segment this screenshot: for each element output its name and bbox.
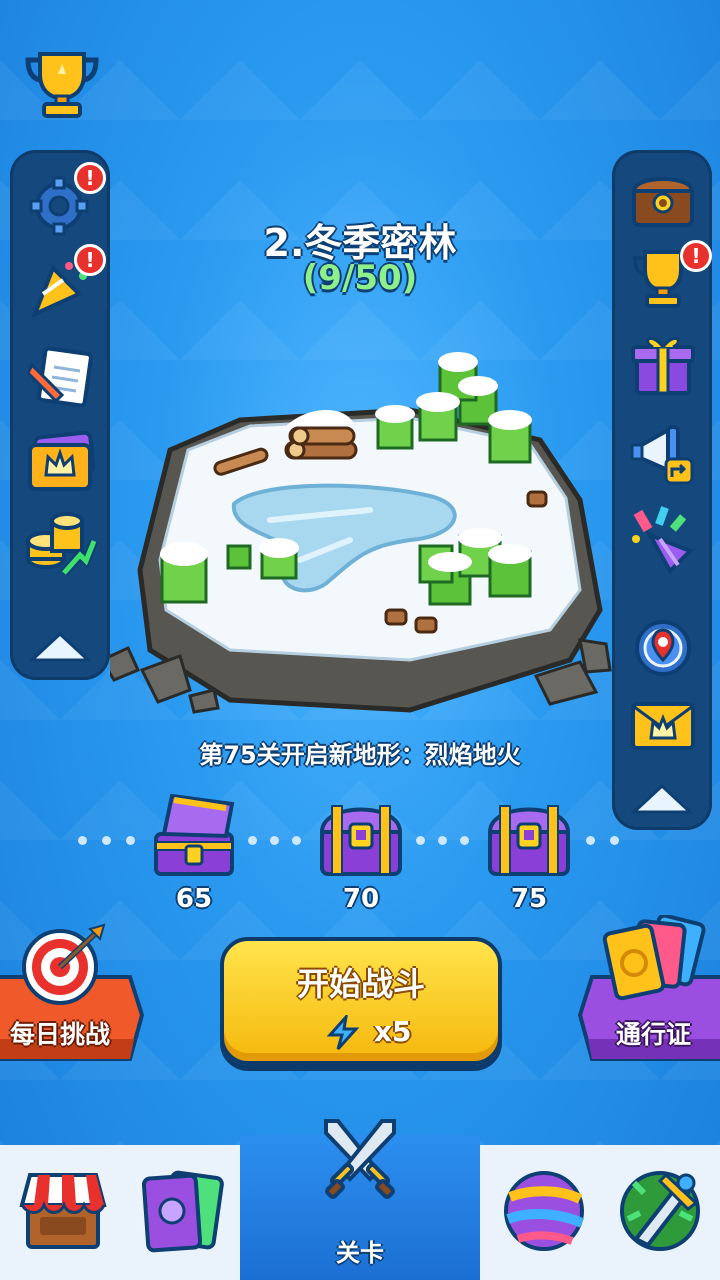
pass-tickets-icon [600, 913, 710, 1005]
track-dot [610, 836, 619, 845]
track-dot [460, 836, 469, 845]
track-dot [78, 836, 87, 845]
nav-tab-levels[interactable]: 关卡 [240, 1119, 480, 1280]
level-map-island[interactable] [99, 340, 620, 730]
ball-icon[interactable] [500, 1167, 588, 1255]
track-dot [270, 836, 279, 845]
settings-alert-badge: ! [74, 162, 106, 194]
track-dot [438, 836, 447, 845]
reward-chest-closed-icon[interactable] [318, 798, 404, 880]
left-collapse-arrow-icon[interactable] [28, 628, 92, 664]
new-terrain-notice: 第75关开启新地形：烈焰地火 [199, 741, 521, 769]
track-dot [248, 836, 257, 845]
start-battle-label: 开始战斗 [296, 965, 425, 1003]
megaphone-share-icon[interactable] [624, 416, 702, 488]
track-dot [416, 836, 425, 845]
reward-chest-opened-icon[interactable] [150, 790, 238, 880]
nav-tab-group-left [0, 1145, 240, 1280]
coins-growth-icon[interactable] [22, 510, 100, 582]
energy-bolt-icon [326, 1012, 360, 1051]
leaderboard-trophy-icon[interactable] [22, 48, 102, 120]
right-collapse-arrow-icon[interactable] [630, 780, 694, 816]
lucky-wheel-icon[interactable] [624, 612, 702, 684]
bottom-nav: 关卡 [0, 1119, 720, 1280]
chest-level-65: 65 [175, 884, 213, 914]
chest-level-75: 75 [510, 884, 548, 914]
cards-icon[interactable] [140, 1167, 224, 1255]
chest-level-70: 70 [342, 884, 380, 914]
track-dot [292, 836, 301, 845]
gift-box-icon[interactable] [624, 328, 702, 400]
track-dot [126, 836, 135, 845]
nav-tab-levels-label: 关卡 [336, 1239, 384, 1267]
shop-icon[interactable] [18, 1165, 108, 1255]
start-battle-button[interactable]: 开始战斗 x5 [220, 937, 502, 1065]
daily-challenge-button[interactable]: 每日挑战 [0, 923, 146, 1065]
daily-challenge-label: 每日挑战 [10, 1020, 111, 1049]
level-progress: (9/50) [302, 258, 418, 298]
track-dot [586, 836, 595, 845]
crown-card-icon[interactable] [22, 426, 100, 498]
track-dot [102, 836, 111, 845]
reward-chest-closed-icon[interactable] [486, 798, 572, 880]
nav-tab-group-right [480, 1145, 720, 1280]
battle-pass-label: 通行证 [616, 1020, 692, 1049]
notes-pencil-icon[interactable] [22, 340, 100, 412]
energy-cost: x5 [374, 1015, 412, 1048]
target-dart-icon [20, 921, 106, 1007]
guild-sword-icon[interactable] [614, 1163, 708, 1257]
confetti-cone-icon[interactable] [624, 504, 702, 576]
battle-pass-button[interactable]: 通行证 [578, 913, 720, 1065]
crossed-swords-icon [318, 1117, 402, 1201]
